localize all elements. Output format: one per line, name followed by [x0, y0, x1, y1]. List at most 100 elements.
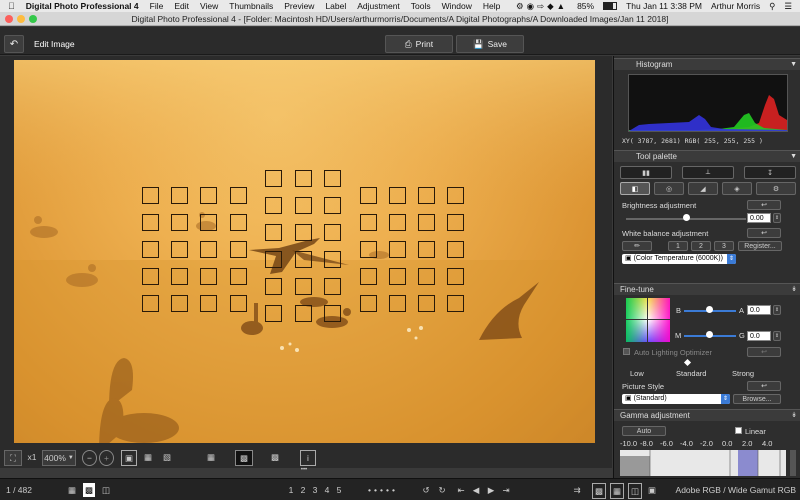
menu-edit[interactable]: Edit: [174, 1, 189, 11]
minimize-window-icon[interactable]: [17, 15, 25, 23]
rating-4[interactable]: 4: [322, 483, 332, 497]
menu-thumbnails[interactable]: Thumbnails: [229, 1, 273, 11]
brightness-value-input[interactable]: 0.00: [747, 213, 771, 223]
color-fine-tune-grid[interactable]: [626, 298, 670, 342]
menu-help[interactable]: Help: [483, 1, 500, 11]
rating-5[interactable]: 5: [334, 483, 344, 497]
preview-photo[interactable]: [14, 60, 595, 443]
info-icon[interactable]: i: [300, 450, 316, 466]
search-icon[interactable]: ⚲: [769, 1, 775, 12]
menu-window[interactable]: Window: [442, 1, 472, 11]
grid-display-icon[interactable]: ▦: [141, 450, 155, 464]
app-menu[interactable]: Digital Photo Professional 4: [26, 1, 139, 11]
fine-tune-header[interactable]: Fine-tune ↡: [614, 283, 800, 295]
curve-tab-icon[interactable]: ◢: [688, 182, 718, 195]
back-button[interactable]: ↶: [4, 35, 24, 53]
zoom-out-icon[interactable]: −: [82, 450, 97, 466]
previous-image-icon[interactable]: ◀: [470, 483, 482, 497]
user-name[interactable]: Arthur Morris: [711, 1, 760, 11]
fit-to-window-icon[interactable]: ⛶: [4, 450, 22, 466]
print-button[interactable]: ⎙ Print: [385, 35, 453, 53]
color-tab-icon[interactable]: ◈: [722, 182, 752, 195]
actual-size-button[interactable]: x1: [24, 450, 40, 464]
gamma-auto-button[interactable]: Auto: [622, 426, 666, 436]
first-image-icon[interactable]: ⇤: [455, 483, 467, 497]
crop-icon[interactable]: ⟂: [682, 166, 734, 179]
layout-1-icon[interactable]: ▩: [592, 483, 606, 499]
star-rating-dots[interactable]: •••••: [352, 483, 414, 497]
basic-tab-icon[interactable]: ◧: [620, 182, 650, 195]
a-stepper[interactable]: ⇕: [773, 305, 781, 315]
menu-label[interactable]: Label: [325, 1, 346, 11]
browse-button[interactable]: Browse...: [733, 394, 781, 404]
af-point: [142, 214, 159, 231]
auto-lighting-checkbox[interactable]: [623, 348, 630, 355]
settings-gear-icon[interactable]: ⚙: [756, 182, 796, 195]
gamma-header[interactable]: Gamma adjustment ↡: [614, 409, 800, 421]
menu-adjustment[interactable]: Adjustment: [357, 1, 400, 11]
filmstrip-toggle-icon[interactable]: •••: [297, 467, 311, 473]
basic-image-adjust-icon[interactable]: ▮▮: [620, 166, 672, 179]
register-button[interactable]: Register...: [738, 241, 782, 251]
camera-icon[interactable]: ▣: [646, 483, 658, 497]
menu-file[interactable]: File: [150, 1, 164, 11]
next-image-icon[interactable]: ▶: [485, 483, 497, 497]
m-g-slider-knob[interactable]: [706, 331, 713, 338]
layout-3-icon[interactable]: ◫: [628, 483, 642, 499]
g-stepper[interactable]: ⇕: [773, 331, 781, 341]
zoom-window-icon[interactable]: [29, 15, 37, 23]
auto-lighting-reset-icon[interactable]: ↩: [747, 347, 781, 357]
b-a-slider-knob[interactable]: [706, 306, 713, 313]
brightness-slider-knob[interactable]: [683, 214, 690, 221]
filmstrip-view-icon[interactable]: ◫: [100, 483, 112, 497]
linear-checkbox[interactable]: [735, 427, 742, 434]
clock[interactable]: Thu Jan 11 3:38 PM: [626, 1, 702, 11]
wb-preset-3[interactable]: 3: [714, 241, 734, 251]
menu-view[interactable]: View: [200, 1, 218, 11]
a-value-input[interactable]: 0.0: [747, 305, 771, 315]
picture-style-reset-icon[interactable]: ↩: [747, 381, 781, 391]
apple-icon[interactable]: : [8, 1, 15, 11]
wb-preset-2[interactable]: 2: [691, 241, 711, 251]
list-icon[interactable]: ☰: [784, 1, 792, 12]
layout-2-icon[interactable]: ▦: [610, 483, 624, 499]
af-point-display-icon[interactable]: ▣: [121, 450, 137, 466]
g-value-input[interactable]: 0.0: [747, 331, 771, 341]
stamp-tool-icon[interactable]: ▩: [266, 450, 284, 464]
rotate-right-icon[interactable]: ↻: [436, 483, 448, 497]
rating-3[interactable]: 3: [310, 483, 320, 497]
thumbnail-view-icon[interactable]: ▦: [66, 483, 78, 497]
rotate-left-icon[interactable]: ↺: [420, 483, 432, 497]
battery-icon[interactable]: [603, 2, 618, 10]
compare-icon[interactable]: ⇉: [570, 483, 584, 497]
menu-tools[interactable]: Tools: [411, 1, 431, 11]
eyedropper-icon[interactable]: ✏: [622, 241, 652, 251]
battery-percent[interactable]: 85%: [577, 1, 594, 11]
white-balance-reset-icon[interactable]: ↩: [747, 228, 781, 238]
close-window-icon[interactable]: [5, 15, 13, 23]
gamma-graph[interactable]: [620, 450, 786, 476]
alo-level-marker[interactable]: [683, 358, 692, 367]
zoom-select[interactable]: 400% ▼: [42, 450, 76, 466]
menu-preview[interactable]: Preview: [284, 1, 314, 11]
wb-preset-1[interactable]: 1: [668, 241, 688, 251]
brightness-stepper[interactable]: ⇕: [773, 213, 781, 223]
single-view-icon[interactable]: ▩: [83, 483, 95, 497]
status-icons[interactable]: ⚙◉⇨◆▲: [516, 1, 568, 12]
brightness-reset-icon[interactable]: ↩: [747, 200, 781, 210]
guide-display-icon[interactable]: ▧: [160, 450, 174, 464]
rating-2[interactable]: 2: [298, 483, 308, 497]
panel-scrollbar[interactable]: [790, 450, 796, 476]
white-balance-select[interactable]: ▣ (Color Temperature (6000K)) ⇕: [622, 254, 736, 264]
picture-style-select[interactable]: ▣ (Standard) ⇕: [622, 394, 730, 404]
export-icon[interactable]: ↧: [744, 166, 796, 179]
tool-palette-header[interactable]: Tool palette ▼: [614, 150, 800, 162]
highlight-warning-icon[interactable]: ▩: [235, 450, 253, 466]
histogram-header[interactable]: Histogram ▼: [614, 58, 800, 70]
zoom-in-icon[interactable]: +: [99, 450, 114, 466]
last-image-icon[interactable]: ⇥: [500, 483, 512, 497]
save-button[interactable]: 💾 Save: [456, 35, 524, 53]
rating-1[interactable]: 1: [286, 483, 296, 497]
tone-tab-icon[interactable]: ◎: [654, 182, 684, 195]
compare-view-icon[interactable]: ▦: [203, 450, 219, 464]
